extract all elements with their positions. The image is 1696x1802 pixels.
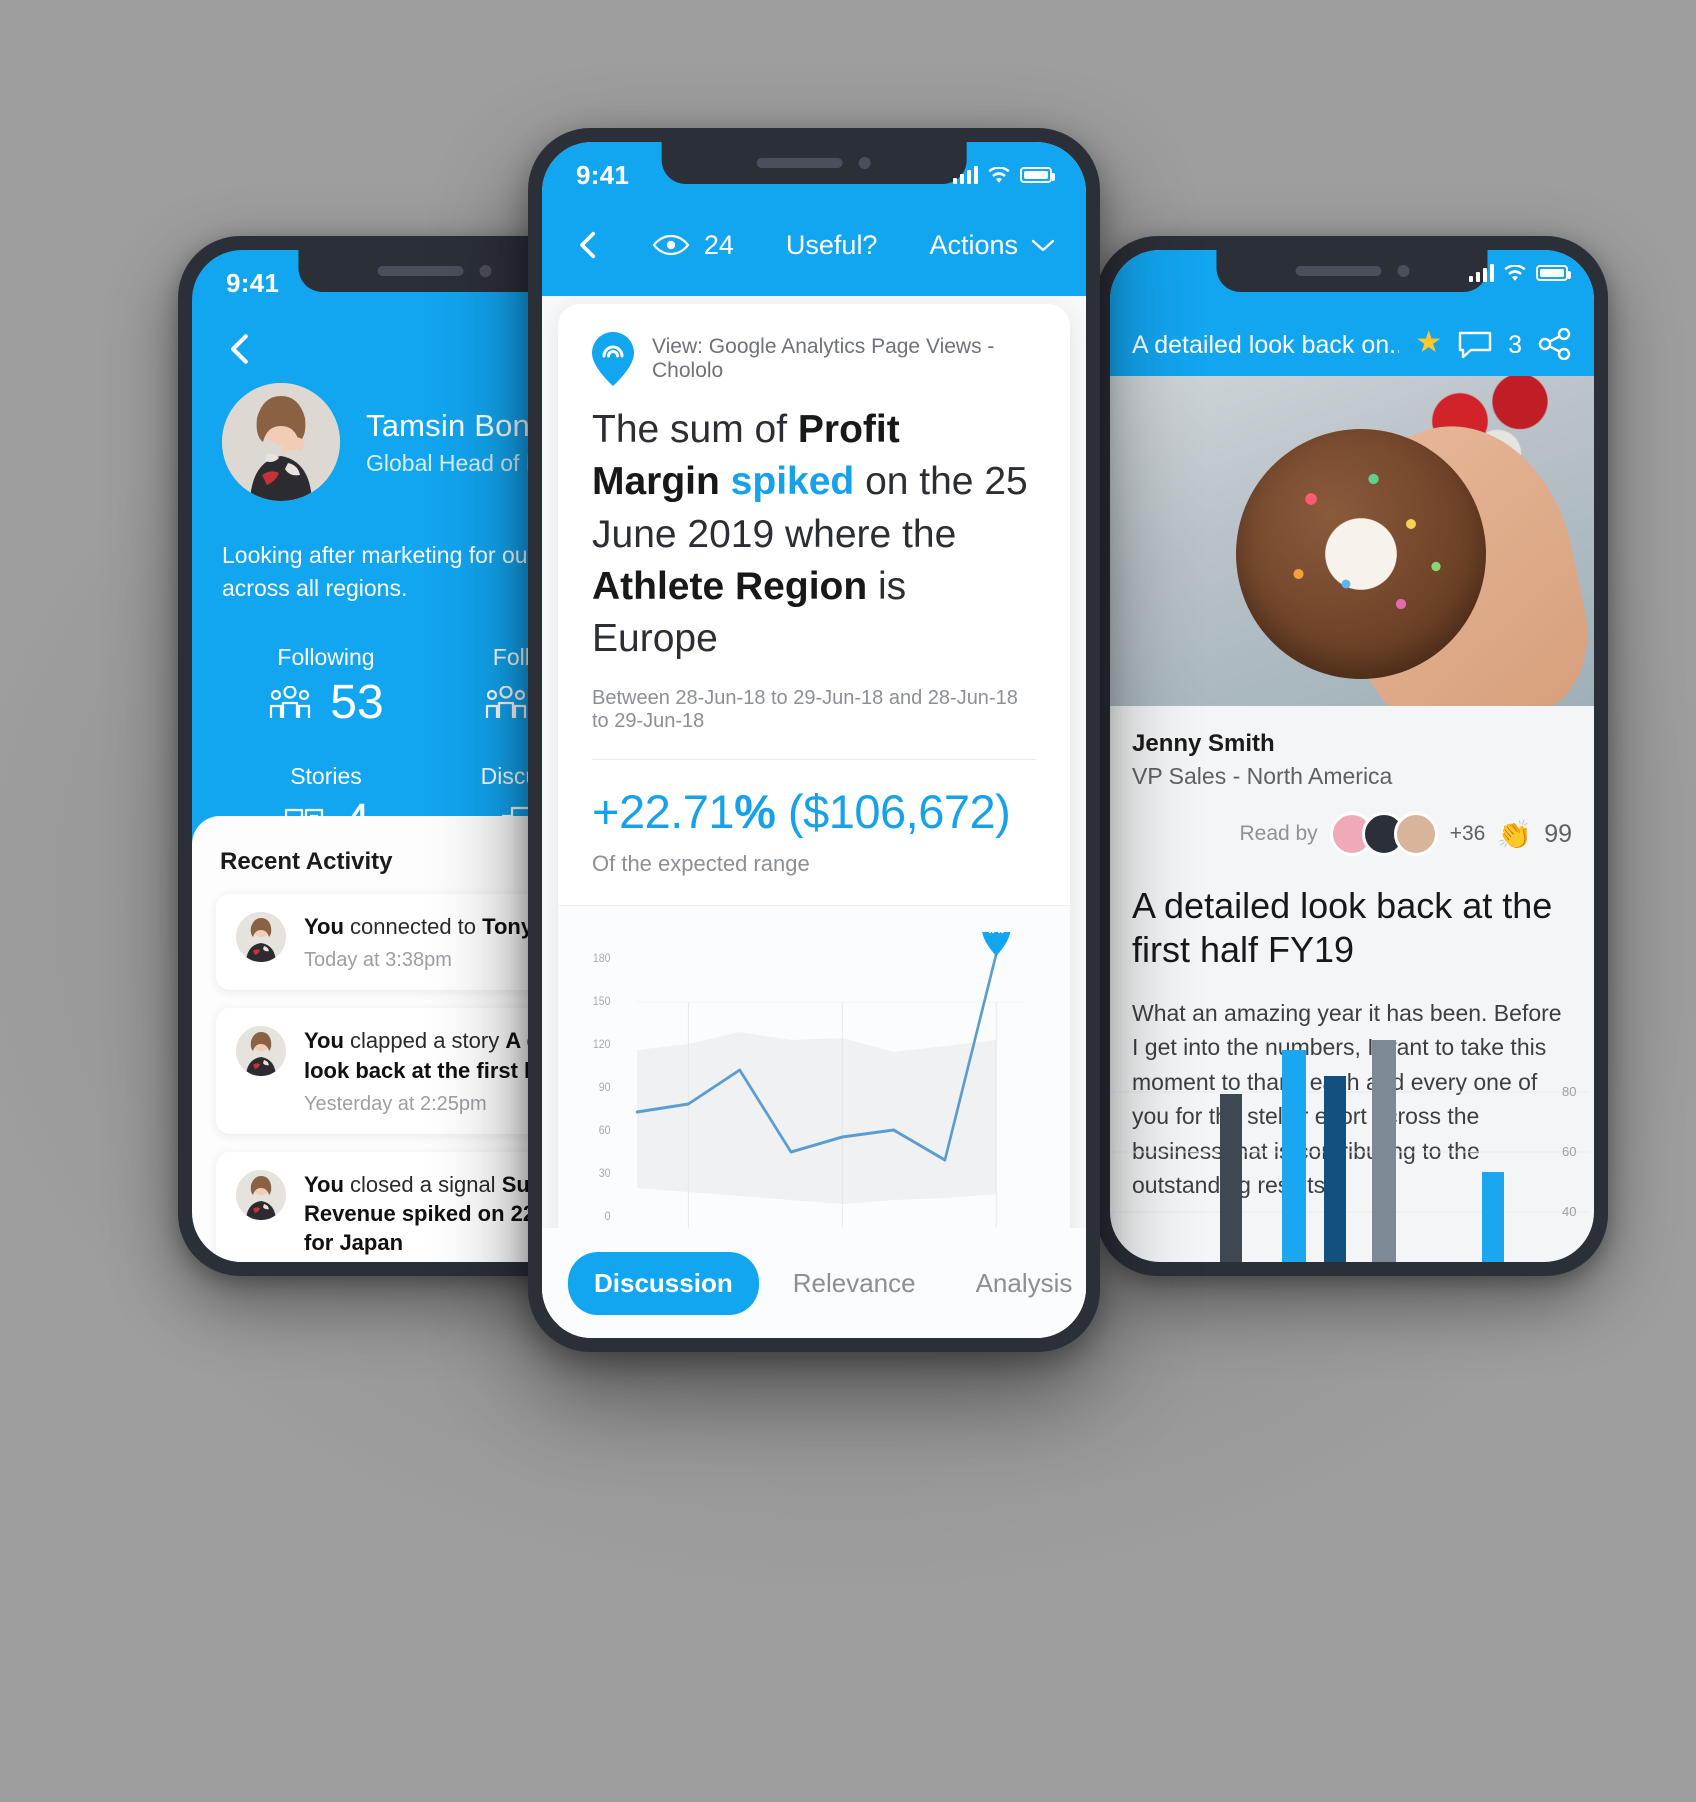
svg-text:30: 30 bbox=[599, 1168, 611, 1181]
battery-icon bbox=[1020, 167, 1055, 183]
svg-text:60: 60 bbox=[599, 1125, 611, 1138]
right-story-chart: 80 60 40 bbox=[1110, 1040, 1590, 1262]
read-by-row: Read by +36 👏 99 bbox=[1132, 812, 1572, 856]
delta-pct: +22.71 bbox=[592, 785, 735, 839]
speaker-grille bbox=[1295, 266, 1381, 276]
back-button[interactable] bbox=[572, 228, 606, 262]
svg-text:80: 80 bbox=[1562, 1084, 1576, 1099]
donut-photo bbox=[1235, 428, 1486, 679]
clap-icon[interactable]: 👏 bbox=[1497, 818, 1532, 851]
battery-icon bbox=[1536, 265, 1571, 281]
avatar bbox=[236, 1169, 286, 1220]
stmt-dimension: Athlete Region bbox=[592, 564, 868, 608]
chevron-down-icon bbox=[1031, 239, 1055, 252]
tab-relevance[interactable]: Relevance bbox=[767, 1252, 942, 1315]
comment-count: 3 bbox=[1508, 331, 1522, 359]
tab-analysis[interactable]: Analysis bbox=[950, 1252, 1086, 1315]
svg-text:120: 120 bbox=[593, 1039, 611, 1052]
story-hero-image bbox=[1110, 376, 1594, 706]
view-source-label: View: Google Analytics Page Views - Chol… bbox=[652, 335, 995, 382]
stat-following[interactable]: Following 53 bbox=[218, 630, 434, 745]
stat-label: Following bbox=[277, 644, 375, 671]
center-navbar: 24 Useful? Actions bbox=[542, 208, 1086, 278]
signal-statement: The sum of Profit Margin spiked on the 2… bbox=[592, 404, 1036, 665]
svg-text:90: 90 bbox=[599, 1082, 611, 1095]
read-by-more: +36 bbox=[1449, 822, 1486, 845]
story-title-bar: A detailed look back on... bbox=[1132, 331, 1400, 359]
back-button-left[interactable] bbox=[222, 330, 260, 368]
status-icons bbox=[953, 166, 1055, 184]
center-header: 9:41 24 Useful? Actions bbox=[542, 142, 1086, 296]
view-source-row[interactable]: View: Google Analytics Page Views - Chol… bbox=[592, 332, 1036, 386]
status-icons-right bbox=[1469, 264, 1571, 282]
notch bbox=[1216, 250, 1488, 292]
wifi-icon bbox=[1504, 264, 1526, 281]
actions-label: Actions bbox=[929, 229, 1018, 260]
svg-text:40: 40 bbox=[1562, 1204, 1576, 1219]
story-headline: A detailed look back at the first half F… bbox=[1132, 885, 1553, 970]
svg-text:180: 180 bbox=[593, 953, 611, 966]
view-count-group[interactable]: 24 bbox=[652, 230, 734, 261]
signal-delta: +22.71% ($106,672) bbox=[592, 784, 1036, 839]
svg-text:150: 150 bbox=[593, 996, 611, 1009]
svg-text:60: 60 bbox=[1562, 1144, 1576, 1159]
center-screen: 9:41 24 Useful? Actions View: Google Ana… bbox=[542, 142, 1086, 1338]
avatar bbox=[236, 912, 286, 962]
avatar bbox=[1393, 812, 1438, 856]
story-author-role: VP Sales - North America bbox=[1132, 763, 1393, 789]
svg-text:0: 0 bbox=[605, 1211, 611, 1224]
divider bbox=[592, 759, 1036, 761]
avatar bbox=[236, 1026, 286, 1077]
delta-amount: ($106,672) bbox=[787, 785, 1011, 839]
people-group-icon bbox=[270, 686, 311, 719]
share-icon[interactable] bbox=[1538, 328, 1572, 360]
stmt-p1: The sum of bbox=[592, 408, 798, 451]
wifi-icon bbox=[988, 166, 1010, 183]
read-by-label: Read by bbox=[1239, 822, 1318, 845]
avatar bbox=[222, 383, 340, 501]
signal-pin-icon bbox=[982, 914, 1011, 957]
right-screen: A detailed look back on... ★ 3 Jenny Smi… bbox=[1110, 250, 1594, 1262]
people-group-icon bbox=[486, 686, 527, 719]
status-time: 9:41 bbox=[576, 159, 630, 190]
reader-avatars[interactable] bbox=[1329, 812, 1438, 856]
stat-value: 53 bbox=[330, 676, 384, 730]
view-count: 24 bbox=[703, 229, 734, 260]
phone-right-story: A detailed look back on... ★ 3 Jenny Smi… bbox=[1096, 236, 1608, 1276]
delta-pct-sign: % bbox=[734, 785, 776, 839]
signal-card-top: View: Google Analytics Page Views - Chol… bbox=[558, 304, 1070, 905]
useful-button[interactable]: Useful? bbox=[786, 230, 878, 261]
signal-icon bbox=[1469, 264, 1494, 282]
status-bar: 9:41 bbox=[542, 142, 1086, 208]
signal-icon bbox=[953, 166, 978, 184]
front-camera bbox=[1397, 265, 1409, 277]
signal-pin-icon bbox=[592, 332, 634, 386]
eye-icon bbox=[652, 234, 690, 256]
signal-date-range: Between 28-Jun-18 to 29-Jun-18 and 28-Ju… bbox=[592, 687, 1018, 733]
signal-card: View: Google Analytics Page Views - Chol… bbox=[558, 304, 1070, 1338]
star-icon[interactable]: ★ bbox=[1415, 325, 1442, 360]
actions-menu[interactable]: Actions bbox=[929, 230, 1056, 261]
clap-count: 99 bbox=[1544, 819, 1572, 848]
story-author: Jenny Smith bbox=[1132, 730, 1275, 757]
status-time: 9:41 bbox=[226, 267, 280, 298]
stmt-highlight: spiked bbox=[719, 460, 855, 504]
center-tabbar: Discussion Relevance Analysis Story bbox=[542, 1228, 1086, 1338]
comment-icon[interactable] bbox=[1458, 330, 1492, 360]
signal-delta-sub: Of the expected range bbox=[592, 851, 810, 877]
phone-center-signal: 9:41 24 Useful? Actions View: Google Ana… bbox=[528, 128, 1100, 1352]
stat-label: Stories bbox=[290, 763, 362, 790]
tab-discussion[interactable]: Discussion bbox=[568, 1251, 759, 1315]
